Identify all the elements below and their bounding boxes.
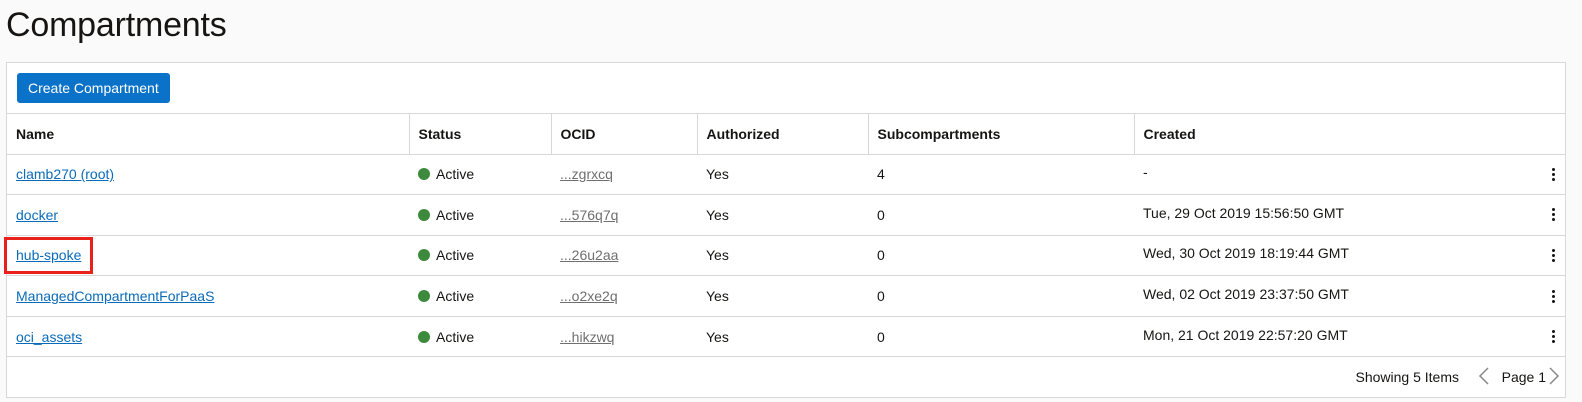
column-header-name[interactable]: Name xyxy=(7,114,410,155)
authorized-cell: Yes xyxy=(697,194,868,236)
table-row: ManagedCompartmentForPaaS Active ...o2xe… xyxy=(7,275,1565,317)
compartments-table: Name Status OCID Authorized Subcompartme… xyxy=(7,114,1565,358)
table-row: oci_assets Active ...hikzwq Yes 0 Mon, 2… xyxy=(7,316,1565,358)
page-indicator: Page 1 xyxy=(1501,369,1546,385)
created-cell: Tue, 29 Oct 2019 15:56:50 GMT xyxy=(1143,204,1345,221)
subcompartments-cell: 0 xyxy=(868,194,1134,236)
ocid-link[interactable]: ...576q7q xyxy=(560,207,618,223)
ocid-link[interactable]: ...hikzwq xyxy=(560,329,614,345)
compartment-name-link[interactable]: ManagedCompartmentForPaaS xyxy=(16,288,214,304)
subcompartments-cell: 0 xyxy=(868,275,1134,317)
kebab-menu-icon[interactable] xyxy=(1548,286,1558,306)
authorized-cell: Yes xyxy=(697,316,868,358)
table-footer: Showing 5 Items Page 1 xyxy=(7,357,1565,397)
created-cell: Mon, 21 Oct 2019 22:57:20 GMT xyxy=(1143,326,1348,343)
ocid-link[interactable]: ...o2xe2q xyxy=(560,288,618,304)
table-row: hub-spoke Active ...26u2aa Yes 0 Wed, 30… xyxy=(7,235,1565,277)
toolbar: Create Compartment xyxy=(7,63,1565,114)
create-compartment-button[interactable]: Create Compartment xyxy=(17,73,170,103)
subcompartments-cell: 0 xyxy=(868,316,1134,358)
authorized-cell: Yes xyxy=(697,275,868,317)
chevron-left-icon[interactable] xyxy=(1477,366,1491,386)
status-text: Active xyxy=(436,166,475,183)
column-header-subcompartments[interactable]: Subcompartments xyxy=(868,114,1135,155)
status-dot-icon xyxy=(418,168,430,181)
compartment-name-link[interactable]: clamb270 (root) xyxy=(16,166,114,182)
column-header-status[interactable]: Status xyxy=(409,114,552,155)
authorized-cell: Yes xyxy=(697,154,868,196)
page-title: Compartments xyxy=(6,6,227,44)
kebab-menu-icon[interactable] xyxy=(1548,205,1558,225)
chevron-right-icon[interactable] xyxy=(1547,366,1561,386)
status-text: Active xyxy=(436,247,475,264)
compartments-panel: Create Compartment Name Status OCID Auth… xyxy=(6,62,1566,398)
kebab-menu-icon[interactable] xyxy=(1548,245,1558,265)
kebab-menu-icon[interactable] xyxy=(1548,327,1558,347)
created-cell: Wed, 30 Oct 2019 18:19:44 GMT xyxy=(1143,245,1349,262)
column-header-authorized[interactable]: Authorized xyxy=(697,114,869,155)
authorized-cell: Yes xyxy=(697,235,868,277)
created-cell: Wed, 02 Oct 2019 23:37:50 GMT xyxy=(1143,286,1349,303)
compartment-name-link[interactable]: hub-spoke xyxy=(16,247,81,263)
ocid-link[interactable]: ...26u2aa xyxy=(560,247,618,263)
status-text: Active xyxy=(436,328,475,345)
table-header-row: Name Status OCID Authorized Subcompartme… xyxy=(7,114,1565,155)
compartment-name-link[interactable]: oci_assets xyxy=(16,329,82,345)
subcompartments-cell: 4 xyxy=(868,154,1134,196)
created-cell: - xyxy=(1143,164,1148,181)
item-count-label: Showing 5 Items xyxy=(1355,369,1460,385)
status-text: Active xyxy=(436,206,475,223)
status-text: Active xyxy=(436,288,475,305)
table-row: clamb270 (root) Active ...zgrxcq Yes 4 - xyxy=(7,154,1565,196)
compartment-name-link[interactable]: docker xyxy=(16,207,58,223)
status-dot-icon xyxy=(418,290,430,303)
status-dot-icon xyxy=(418,249,430,262)
subcompartments-cell: 0 xyxy=(868,235,1134,277)
table-row: docker Active ...576q7q Yes 0 Tue, 29 Oc… xyxy=(7,194,1565,236)
status-dot-icon xyxy=(418,330,430,343)
ocid-link[interactable]: ...zgrxcq xyxy=(560,166,613,182)
column-header-created[interactable]: Created xyxy=(1134,114,1565,155)
kebab-menu-icon[interactable] xyxy=(1548,164,1558,184)
column-header-ocid[interactable]: OCID xyxy=(551,114,698,155)
status-dot-icon xyxy=(418,208,430,221)
